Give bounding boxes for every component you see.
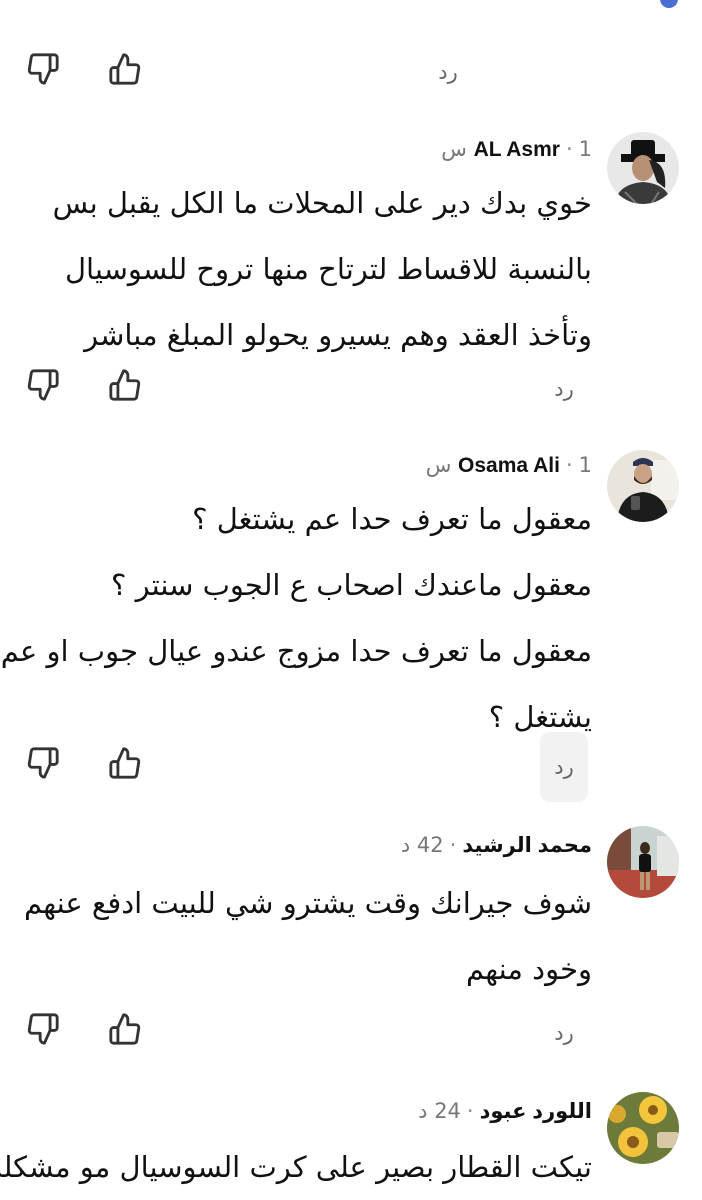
- author-name[interactable]: Osama Ali: [458, 454, 560, 477]
- author-name[interactable]: اللورد عبود: [480, 1100, 592, 1123]
- like-button[interactable]: [108, 52, 142, 86]
- comment-actions: رد: [0, 38, 702, 108]
- meta-separator: ·: [565, 453, 573, 477]
- avatar-image: [607, 826, 679, 898]
- comment-meta: محمد الرشيد·42 د: [401, 830, 592, 861]
- thumbs-up-icon: [109, 1013, 141, 1045]
- avatar[interactable]: [607, 132, 679, 204]
- thumbs-down-icon: [27, 369, 59, 401]
- comment-line: معقول ماعندك اصحاب ع الجوب سنتر ؟: [110, 568, 592, 602]
- comment-meta: Osama Ali ·1 س: [426, 450, 592, 481]
- avatar[interactable]: [607, 1092, 679, 1164]
- reply-button[interactable]: رد: [540, 732, 588, 802]
- comment-line: تيكت القطار بصير على كرت السوسيال مو مشك…: [0, 1150, 592, 1184]
- thumbs-down-icon: [27, 1013, 59, 1045]
- comment-line: معقول ما تعرف حدا عم يشتغل ؟: [192, 502, 592, 536]
- comment-line: وخود منهم: [466, 952, 592, 986]
- like-button[interactable]: [108, 368, 142, 402]
- avatar-image: [607, 1092, 679, 1164]
- thumbs-down-icon: [27, 747, 59, 779]
- timestamp: 24 د: [418, 1099, 461, 1123]
- comment-line: معقول ما تعرف حدا مزوج عندو عيال جوب او …: [0, 634, 592, 668]
- comment-meta: اللورد عبود ·24 د: [418, 1096, 592, 1127]
- comment-actions: رد: [0, 732, 702, 802]
- timestamp: 42 د: [400, 833, 444, 857]
- notification-dot: [660, 0, 678, 8]
- like-button[interactable]: [108, 1012, 142, 1046]
- avatar[interactable]: [607, 450, 679, 522]
- reply-button[interactable]: رد: [540, 354, 588, 424]
- author-name[interactable]: محمد الرشيد: [462, 834, 592, 857]
- dislike-button[interactable]: [26, 746, 60, 780]
- comment-line: خوي بدك دير على المحلات ما الكل يقبل بس: [52, 186, 592, 220]
- thumbs-up-icon: [109, 53, 141, 85]
- dislike-button[interactable]: [26, 1012, 60, 1046]
- thumbs-down-icon: [27, 53, 59, 85]
- meta-separator: ·: [466, 1099, 474, 1123]
- comment-text: تيكت القطار بصير على كرت السوسيال مو مشك…: [0, 1134, 592, 1200]
- avatar-image: [607, 132, 679, 204]
- avatar-image: [607, 450, 679, 522]
- comment-text: شوف جيرانك وقت يشترو شي للبيت ادفع عنهم …: [24, 870, 592, 1002]
- like-button[interactable]: [108, 746, 142, 780]
- thumbs-up-icon: [109, 747, 141, 779]
- dislike-button[interactable]: [26, 52, 60, 86]
- thumbs-up-icon: [109, 369, 141, 401]
- author-name[interactable]: AL Asmr: [474, 138, 560, 161]
- comment-text: معقول ما تعرف حدا عم يشتغل ؟ معقول ماعند…: [1, 486, 592, 750]
- comment-meta: AL Asmr ·1 س: [441, 134, 592, 165]
- comment-line: بالنسبة للاقساط لترتاح منها تروح للسوسيا…: [64, 252, 592, 286]
- reply-button[interactable]: رد: [424, 44, 472, 100]
- meta-separator: ·: [565, 137, 573, 161]
- reply-button[interactable]: رد: [540, 998, 588, 1068]
- dislike-button[interactable]: [26, 368, 60, 402]
- avatar[interactable]: [607, 826, 679, 898]
- comment-text: خوي بدك دير على المحلات ما الكل يقبل بس …: [53, 170, 592, 368]
- meta-separator: ·: [449, 833, 457, 857]
- comment-actions: رد: [0, 354, 702, 424]
- comment-line: شوف جيرانك وقت يشترو شي للبيت ادفع عنهم: [23, 886, 592, 920]
- comment-actions: رد: [0, 998, 702, 1068]
